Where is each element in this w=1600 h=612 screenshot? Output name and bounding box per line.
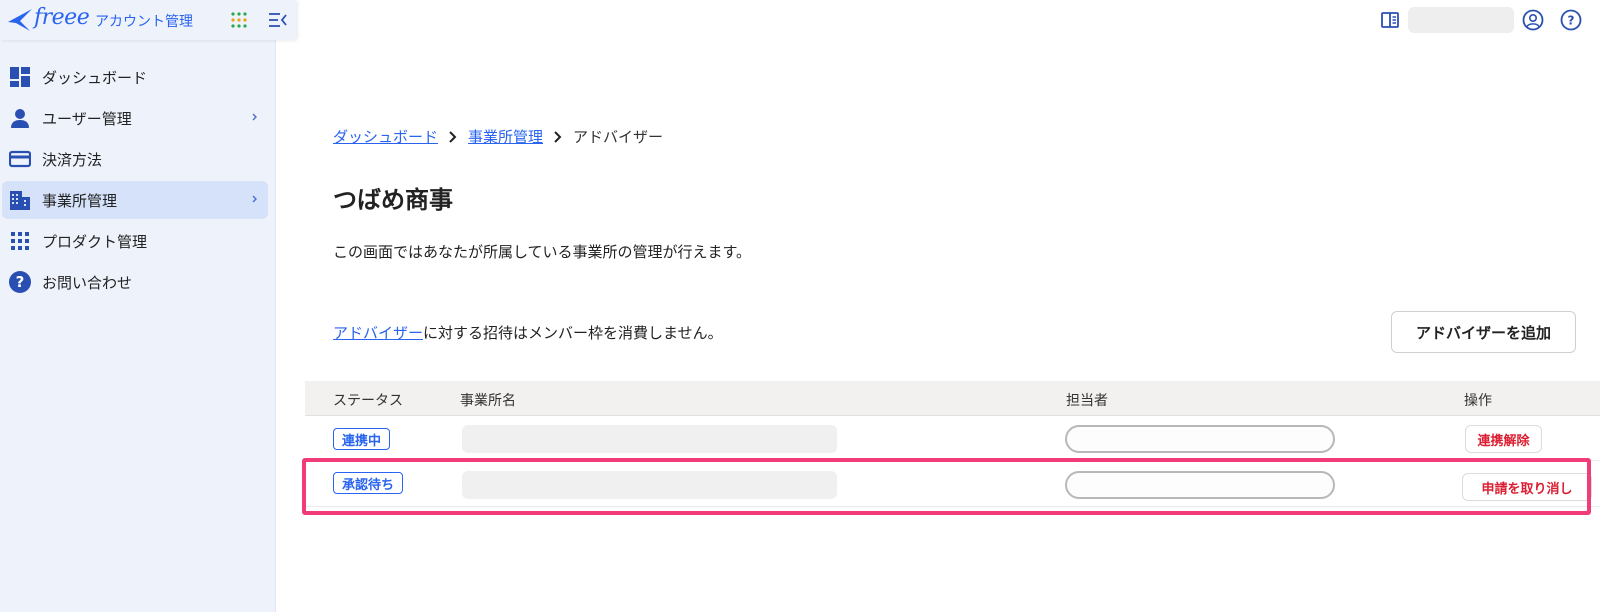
svg-text:?: ? bbox=[1568, 14, 1575, 28]
person-placeholder bbox=[1065, 425, 1335, 453]
sidebar-item-label: 決済方法 bbox=[42, 150, 103, 169]
brand-wordmark: freee bbox=[34, 5, 90, 30]
sidebar: ダッシュボード ユーザー管理 決済方法 事業所管理 プロダクト管理 ? お問い合… bbox=[0, 0, 276, 612]
advisor-note: アドバイザーに対する招待はメンバー枠を消費しません。 bbox=[333, 322, 723, 343]
cancel-request-button[interactable]: 申請を取り消し bbox=[1462, 473, 1592, 501]
chevron-right-icon bbox=[252, 113, 257, 121]
chevron-right-icon bbox=[449, 130, 457, 143]
credit-card-icon bbox=[8, 147, 32, 171]
account-icon[interactable] bbox=[1522, 9, 1544, 31]
column-header-status: ステータス bbox=[333, 393, 403, 409]
sidebar-item-label: ユーザー管理 bbox=[42, 109, 132, 128]
building-icon bbox=[8, 188, 32, 212]
sidebar-item-label: ダッシュボード bbox=[42, 68, 148, 87]
collapse-sidebar-icon[interactable] bbox=[268, 11, 288, 29]
sidebar-item-users[interactable]: ユーザー管理 bbox=[2, 99, 268, 137]
question-icon: ? bbox=[8, 270, 32, 294]
column-header-office: 事業所名 bbox=[460, 393, 516, 409]
chevron-right-icon bbox=[554, 130, 562, 143]
app-switcher-icon[interactable] bbox=[231, 12, 247, 28]
person-placeholder bbox=[1065, 471, 1335, 499]
sidebar-item-payment[interactable]: 決済方法 bbox=[2, 140, 268, 178]
breadcrumb: ダッシュボード 事業所管理 アドバイザー bbox=[333, 126, 663, 147]
svg-text:?: ? bbox=[16, 273, 25, 291]
dashboard-icon bbox=[8, 65, 32, 89]
table-header: ステータス 事業所名 担当者 操作 bbox=[305, 381, 1600, 416]
sidebar-item-label: お問い合わせ bbox=[42, 273, 133, 292]
breadcrumb-link-dashboard[interactable]: ダッシュボード bbox=[333, 126, 438, 147]
add-advisor-button[interactable]: アドバイザーを追加 bbox=[1391, 311, 1576, 353]
office-name-placeholder bbox=[462, 425, 837, 453]
help-icon[interactable]: ? bbox=[1560, 9, 1582, 31]
page-title: つばめ商事 bbox=[333, 186, 453, 214]
breadcrumb-link-offices[interactable]: 事業所管理 bbox=[468, 126, 543, 147]
table-row: 連携中 連携解除 bbox=[305, 416, 1600, 461]
status-badge: 承認待ち bbox=[333, 472, 404, 494]
advisor-note-text: に対する招待はメンバー枠を消費しません。 bbox=[423, 324, 723, 342]
sidebar-nav: ダッシュボード ユーザー管理 決済方法 事業所管理 プロダクト管理 ? お問い合… bbox=[0, 58, 276, 304]
office-name-placeholder bbox=[462, 471, 837, 499]
brand-bar: freee アカウント管理 bbox=[0, 0, 296, 40]
sidebar-item-products[interactable]: プロダクト管理 bbox=[2, 222, 268, 260]
table-row: 承認待ち 申請を取り消し bbox=[305, 462, 1600, 507]
sidebar-item-dashboard[interactable]: ダッシュボード bbox=[2, 58, 268, 96]
breadcrumb-current: アドバイザー bbox=[573, 128, 664, 146]
status-badge: 連携中 bbox=[333, 428, 391, 450]
sidebar-item-offices[interactable]: 事業所管理 bbox=[2, 181, 268, 219]
advisor-help-link[interactable]: アドバイザー bbox=[333, 324, 423, 342]
unlink-button[interactable]: 連携解除 bbox=[1465, 425, 1542, 453]
column-header-action: 操作 bbox=[1464, 393, 1492, 409]
brand-subtitle: アカウント管理 bbox=[95, 14, 193, 30]
sidebar-item-label: 事業所管理 bbox=[42, 191, 118, 210]
sidebar-item-label: プロダクト管理 bbox=[42, 232, 148, 251]
person-icon bbox=[8, 106, 32, 130]
office-switch-icon[interactable] bbox=[1380, 10, 1400, 30]
user-name-placeholder[interactable] bbox=[1408, 7, 1514, 33]
page-description: この画面ではあなたが所属している事業所の管理が行えます。 bbox=[333, 243, 752, 261]
sidebar-item-contact[interactable]: ? お問い合わせ bbox=[2, 263, 268, 301]
grid-icon bbox=[8, 229, 32, 253]
chevron-right-icon bbox=[252, 195, 257, 203]
swallow-logo-icon bbox=[8, 9, 32, 31]
column-header-person: 担当者 bbox=[1066, 393, 1108, 409]
